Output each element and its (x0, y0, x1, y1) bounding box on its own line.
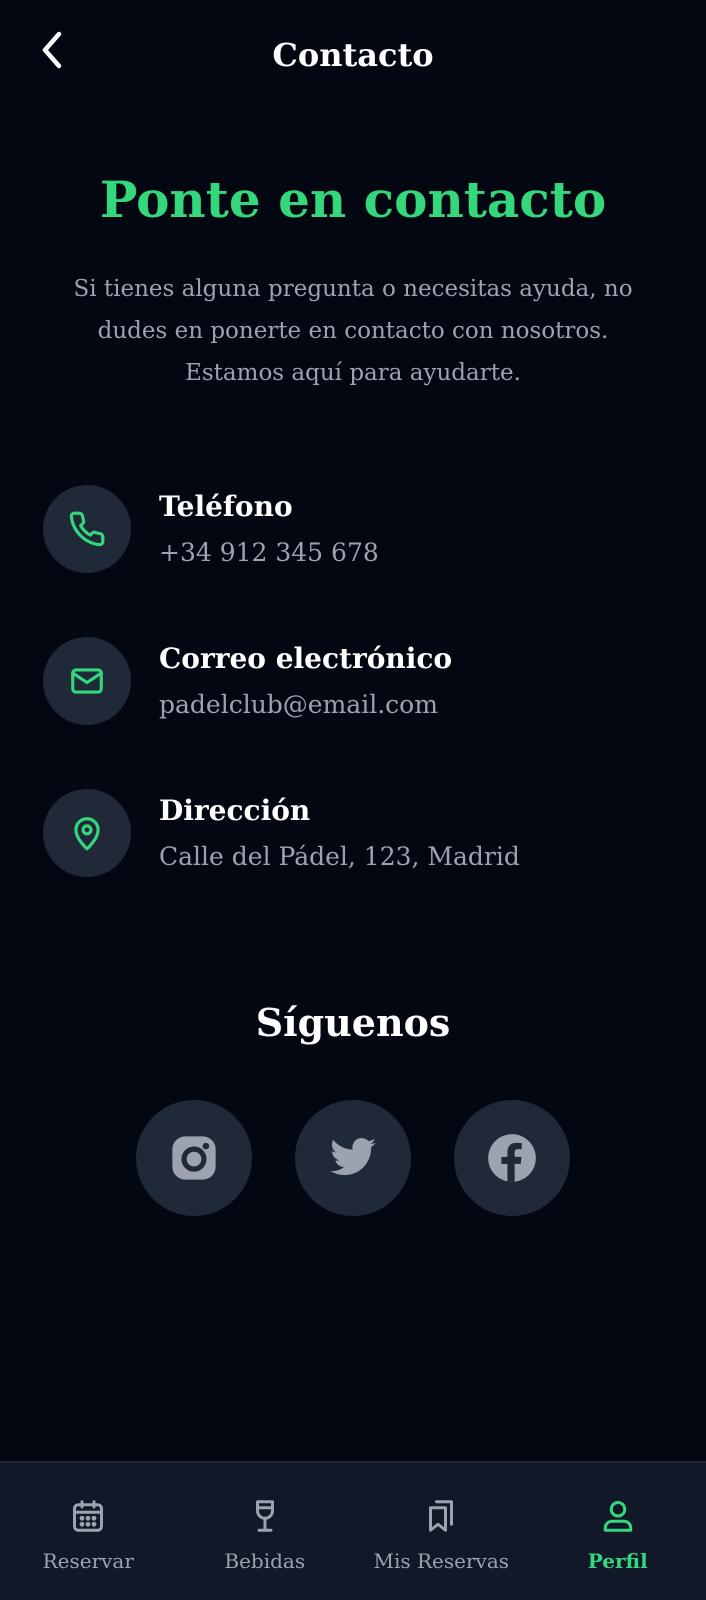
phone-icon-circle (43, 485, 131, 573)
facebook-button[interactable] (454, 1100, 570, 1216)
page-title: Contacto (272, 36, 434, 74)
twitter-icon (330, 1138, 376, 1176)
calendar-icon (73, 1500, 104, 1532)
wine-glass-icon (255, 1500, 274, 1532)
contact-list: Teléfono +34 912 345 678 Correo electrón… (43, 485, 663, 941)
contact-screen: Contacto Ponte en contacto Si tienes alg… (0, 0, 706, 1600)
map-pin-icon-circle (43, 789, 131, 877)
mail-icon (71, 668, 103, 694)
nav-label: Bebidas (224, 1549, 306, 1573)
nav-item-perfil[interactable]: Perfil (530, 1463, 706, 1600)
contact-item-address[interactable]: Dirección Calle del Pádel, 123, Madrid (43, 789, 663, 877)
facebook-icon (488, 1134, 536, 1182)
nav-item-reservar[interactable]: Reservar (0, 1463, 177, 1600)
social-title: Síguenos (255, 1000, 451, 1045)
contact-item-email[interactable]: Correo electrónico padelclub@email.com (43, 637, 663, 725)
contact-value: Calle del Pádel, 123, Madrid (159, 842, 520, 871)
contact-label: Dirección (159, 794, 311, 827)
instagram-icon (172, 1136, 216, 1180)
bookmarks-icon (429, 1500, 454, 1532)
contact-value: padelclub@email.com (159, 690, 438, 719)
bottom-nav: Reservar Bebidas Mis Reservas Perfil (0, 1461, 706, 1600)
header: Contacto (0, 0, 706, 110)
user-icon (603, 1501, 632, 1532)
hero-title: Ponte en contacto (99, 170, 607, 229)
nav-item-mis-reservas[interactable]: Mis Reservas (353, 1463, 530, 1600)
nav-item-bebidas[interactable]: Bebidas (177, 1463, 354, 1600)
hero-description: Si tienes alguna pregunta o necesitas ay… (73, 276, 633, 386)
twitter-button[interactable] (295, 1100, 411, 1216)
phone-icon (69, 511, 105, 547)
contact-label: Correo electrónico (159, 642, 453, 675)
mail-icon-circle (43, 637, 131, 725)
contact-label: Teléfono (159, 490, 293, 523)
instagram-button[interactable] (136, 1100, 252, 1216)
contact-item-phone[interactable]: Teléfono +34 912 345 678 (43, 485, 663, 573)
nav-label: Mis Reservas (373, 1549, 510, 1573)
contact-value: +34 912 345 678 (159, 538, 379, 567)
map-pin-icon (74, 817, 100, 851)
nav-label: Perfil (587, 1549, 648, 1573)
nav-label: Reservar (42, 1549, 134, 1573)
social-links (0, 1100, 706, 1216)
